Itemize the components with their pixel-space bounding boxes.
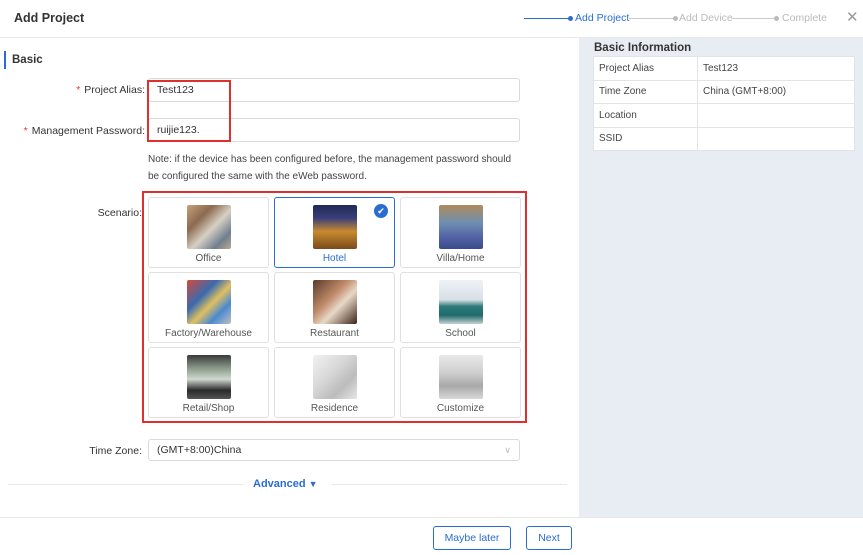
- dialog-title: Add Project: [14, 11, 85, 25]
- step-line-3: [732, 18, 778, 19]
- dialog-header: Add Project Add Project Add Device Compl…: [0, 0, 863, 38]
- project-alias-label: * Project Alias:: [60, 84, 145, 96]
- management-password-label: * Management Password:: [10, 125, 145, 137]
- info-key: Project Alias: [593, 56, 698, 81]
- required-mark: *: [23, 125, 28, 137]
- info-row: Location: [593, 103, 855, 128]
- step-complete: Complete: [782, 12, 827, 24]
- info-row: SSID: [593, 126, 855, 151]
- advanced-divider-left: [8, 484, 243, 485]
- close-icon[interactable]: ✕: [846, 10, 859, 25]
- step-line-2: [629, 18, 675, 19]
- project-alias-label-text: Project Alias:: [84, 84, 145, 96]
- step-line-1: [524, 18, 570, 19]
- step-dot-complete: [774, 16, 779, 21]
- info-key: Time Zone: [593, 79, 698, 104]
- timezone-select[interactable]: (GMT+8:00)China ∨: [148, 439, 520, 461]
- highlight-box-inputs: [147, 80, 231, 142]
- info-table: Project Alias Test123 Time Zone China (G…: [593, 56, 855, 151]
- advanced-divider-right: [332, 484, 567, 485]
- required-mark: *: [76, 84, 81, 96]
- info-row: Project Alias Test123: [593, 56, 855, 81]
- info-key: SSID: [593, 126, 698, 151]
- highlight-box-scenarios: [142, 191, 527, 423]
- advanced-label: Advanced: [253, 478, 306, 490]
- dialog-footer: Maybe later Next: [0, 517, 863, 555]
- basic-information-panel: Basic Information Project Alias Test123 …: [579, 38, 863, 517]
- section-basic-title: Basic: [4, 51, 43, 69]
- info-value: Test123: [697, 56, 855, 81]
- scenario-label: Scenario:: [97, 207, 142, 219]
- step-dot-add-project: [568, 16, 573, 21]
- step-add-device: Add Device: [679, 12, 733, 24]
- caret-down-icon: ▼: [308, 479, 318, 489]
- advanced-toggle[interactable]: Advanced ▼: [253, 478, 318, 490]
- timezone-label: Time Zone:: [89, 445, 142, 457]
- info-key: Location: [593, 103, 698, 128]
- timezone-value: (GMT+8:00)China: [157, 444, 242, 456]
- step-dot-add-device: [673, 16, 678, 21]
- info-panel-title: Basic Information: [594, 42, 692, 54]
- chevron-down-icon: ∨: [504, 445, 511, 455]
- info-value: [697, 103, 855, 128]
- next-button[interactable]: Next: [526, 526, 572, 550]
- password-note: Note: if the device has been configured …: [148, 154, 512, 182]
- management-password-label-text: Management Password:: [31, 125, 145, 137]
- maybe-later-button[interactable]: Maybe later: [433, 526, 511, 550]
- step-add-project: Add Project: [575, 12, 630, 24]
- info-value: China (GMT+8:00): [697, 79, 855, 104]
- info-row: Time Zone China (GMT+8:00): [593, 79, 855, 104]
- info-value: [697, 126, 855, 151]
